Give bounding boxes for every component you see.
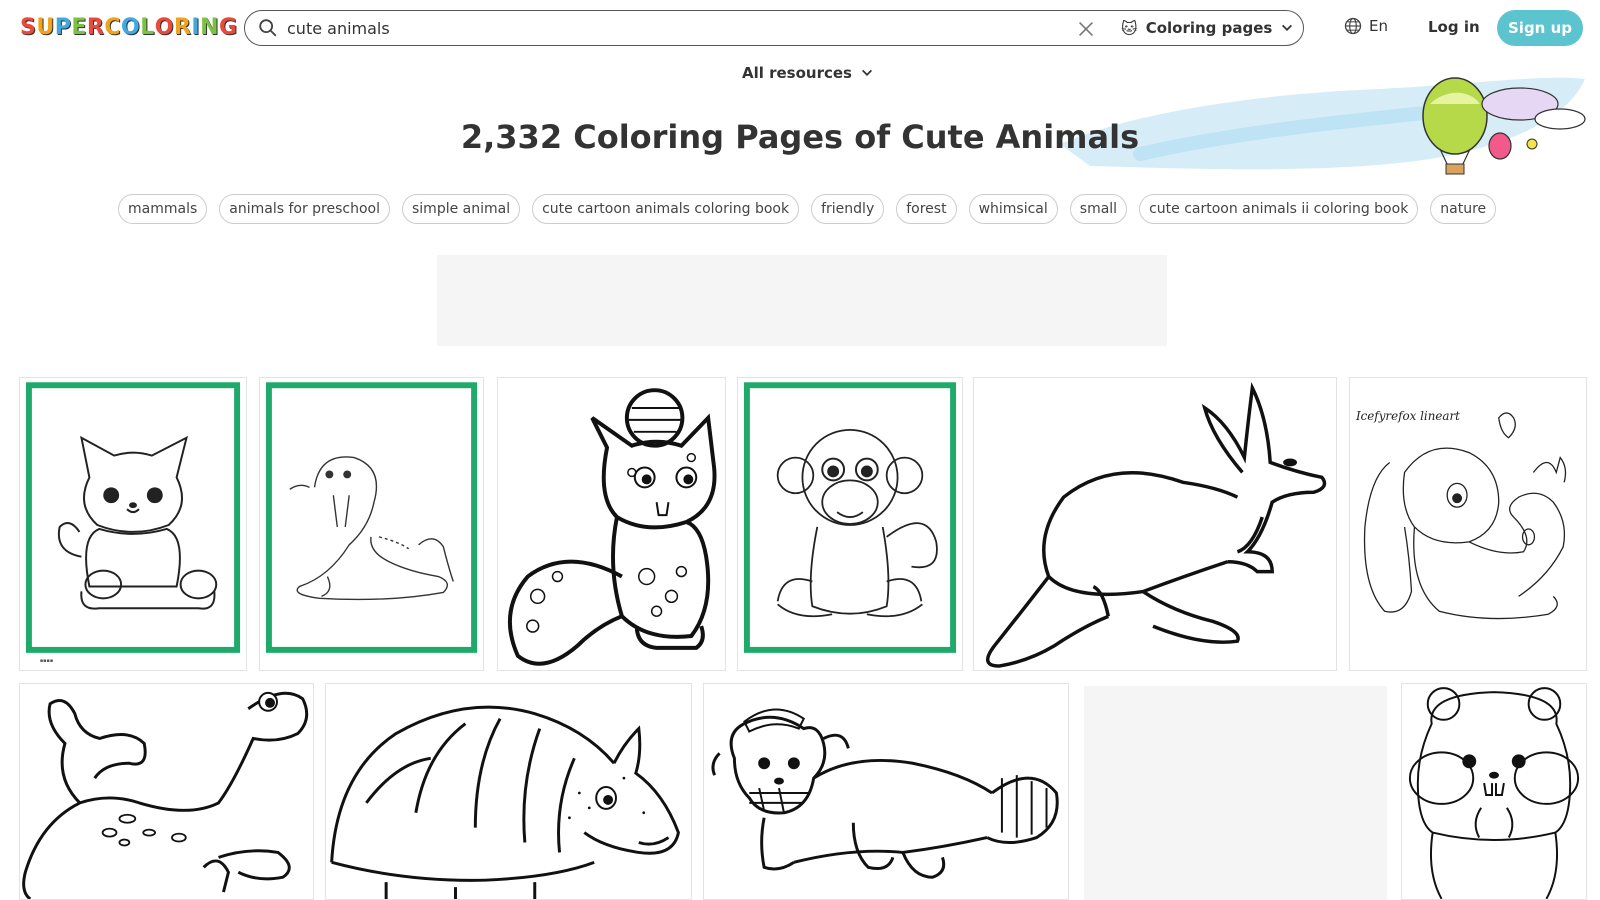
tag-chip[interactable]: nature	[1430, 194, 1497, 224]
leopard-cub-illustration	[507, 388, 717, 666]
logo-letter: G	[219, 14, 238, 40]
supercoloring-logo[interactable]: SUPERCOLORING	[20, 12, 238, 42]
chevron-down-icon	[1282, 24, 1293, 31]
page-title: 2,332 Coloring Pages of Cute Animals	[460, 118, 1140, 156]
hamster-illustration	[1408, 687, 1580, 899]
kitten-illustration: ▪▪▪▪	[25, 382, 241, 664]
bunny-illustration: Icefyrefox lineart	[1355, 409, 1567, 620]
coloring-card-kangaroo[interactable]	[973, 377, 1337, 671]
logo-letter: E	[71, 14, 87, 40]
logo-letter: P	[54, 14, 72, 40]
tag-chip[interactable]: forest	[896, 194, 957, 224]
logo-letter: N	[200, 14, 219, 40]
armadillo-illustration	[330, 705, 680, 899]
globe-icon	[1344, 17, 1362, 35]
chevron-down-icon	[862, 69, 872, 76]
coloring-card-bunny[interactable]: Icefyrefox lineart	[1349, 377, 1587, 671]
tag-list: mammals animals for preschool simple anima…	[118, 194, 1497, 224]
coloring-card-monkey[interactable]	[737, 377, 963, 671]
tag-chip[interactable]: small	[1069, 194, 1128, 224]
logo-letter: U	[36, 14, 55, 40]
signup-button[interactable]: Sign up	[1497, 10, 1583, 46]
all-resources-dropdown[interactable]: All resources	[742, 64, 874, 82]
language-label: En	[1369, 17, 1388, 35]
kangaroo-illustration	[986, 382, 1327, 668]
resource-type-label: Coloring pages	[1145, 19, 1273, 37]
bunny-signature: Icefyrefox lineart	[1355, 409, 1460, 423]
search-input[interactable]	[287, 18, 1047, 38]
svg-text:▪▪▪▪: ▪▪▪▪	[40, 658, 53, 664]
sea-lion-illustration	[22, 691, 309, 899]
coloring-card-sea-lion[interactable]	[19, 683, 314, 900]
ad-placeholder	[437, 255, 1167, 346]
coloring-card-leopard-cub[interactable]	[497, 377, 726, 671]
logo-letter: I	[191, 14, 201, 40]
header: SUPERCOLORING 🐱 Coloring pages En Lo	[0, 0, 1600, 56]
logo-letter: R	[86, 14, 105, 40]
cat-icon: 🐱	[1121, 18, 1138, 38]
logo-letter: S	[20, 14, 37, 40]
monkey-illustration	[743, 382, 957, 653]
tag-chip[interactable]: cute cartoon animals ii coloring book	[1139, 194, 1419, 224]
logo-letter: R	[173, 14, 192, 40]
red-panda-illustration	[711, 708, 1059, 879]
logo-letter: O	[154, 14, 174, 40]
tag-chip[interactable]: simple animal	[402, 194, 521, 224]
logo-letter: C	[104, 14, 121, 40]
login-link[interactable]: Log in	[1428, 18, 1480, 36]
logo-letter: L	[140, 14, 155, 40]
coloring-card-walrus[interactable]	[259, 377, 484, 671]
all-resources-label: All resources	[742, 64, 852, 82]
logo-letter: O	[121, 14, 141, 40]
coloring-card-kitten[interactable]: ▪▪▪▪	[19, 377, 247, 671]
close-icon[interactable]	[1075, 18, 1097, 40]
walrus-illustration	[265, 382, 478, 653]
resource-type-dropdown[interactable]: 🐱 Coloring pages	[1121, 11, 1294, 45]
language-selector[interactable]: En	[1343, 16, 1388, 36]
coloring-card-red-panda[interactable]	[703, 683, 1069, 900]
card-loading-placeholder	[1084, 686, 1387, 900]
tag-chip[interactable]: mammals	[118, 194, 208, 224]
search-icon	[259, 19, 277, 37]
tag-chip[interactable]: animals for preschool	[219, 194, 390, 224]
tag-chip[interactable]: whimsical	[968, 194, 1058, 224]
coloring-card-hamster[interactable]	[1401, 683, 1587, 900]
search-bar[interactable]: 🐱 Coloring pages	[244, 10, 1304, 46]
tag-chip[interactable]: friendly	[811, 194, 885, 224]
coloring-card-armadillo[interactable]	[325, 683, 692, 900]
tag-chip[interactable]: cute cartoon animals coloring book	[532, 194, 800, 224]
